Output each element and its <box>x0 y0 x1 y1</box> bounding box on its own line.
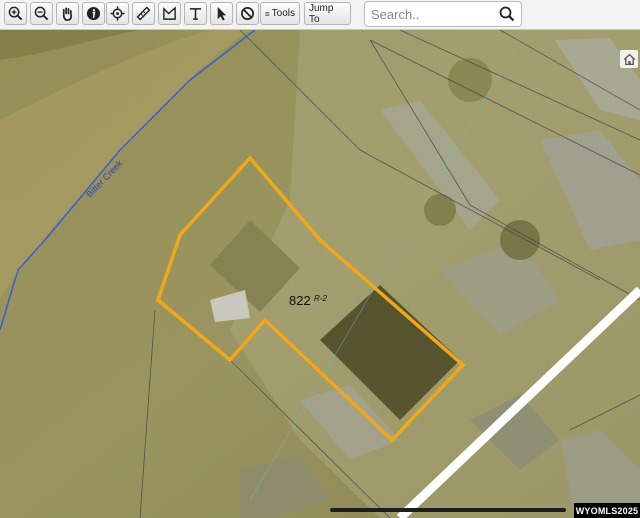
mls-watermark: WYOMLS2025 <box>574 503 640 518</box>
menu-lines-icon <box>265 11 270 16</box>
tools-label: Tools <box>271 8 295 19</box>
zoom-in-button[interactable] <box>4 2 27 25</box>
search-box <box>364 1 522 27</box>
zoom-in-icon <box>8 6 23 21</box>
tree <box>424 194 456 226</box>
clear-button[interactable] <box>236 2 259 25</box>
clear-icon <box>241 7 254 20</box>
search-icon[interactable] <box>499 6 515 22</box>
map-toolbar: Tools Jump To <box>0 0 640 30</box>
text-tool-icon <box>189 8 202 20</box>
pan-hand-icon <box>62 7 73 21</box>
parcel-zoning-label: R-2 <box>314 294 327 303</box>
home-view-button[interactable] <box>620 50 638 68</box>
search-input[interactable] <box>371 5 495 23</box>
zoom-out-icon <box>34 6 49 21</box>
measure-ruler-icon <box>136 6 151 21</box>
tree <box>448 58 492 102</box>
zoom-out-button[interactable] <box>30 2 53 25</box>
locate-button[interactable] <box>106 2 129 25</box>
text-tool-button[interactable] <box>184 2 207 25</box>
measure-distance-button[interactable] <box>132 2 155 25</box>
info-button[interactable] <box>82 2 105 25</box>
home-icon <box>623 53 635 65</box>
locate-icon <box>110 6 125 21</box>
jump-to-label: Jump To <box>309 2 334 25</box>
info-icon <box>86 6 101 21</box>
select-button[interactable] <box>210 2 233 25</box>
tree <box>500 220 540 260</box>
parcel-number-label: 822 <box>289 293 311 308</box>
pan-button[interactable] <box>56 2 79 25</box>
measure-area-button[interactable] <box>158 2 181 25</box>
tools-menu-button[interactable]: Tools <box>260 2 300 25</box>
map-canvas[interactable]: Bitter Creek 822 R-2 <box>0 0 640 518</box>
measure-area-icon <box>163 6 176 20</box>
select-pointer-icon <box>217 6 227 21</box>
jump-to-button[interactable]: Jump To <box>304 2 351 25</box>
horizontal-scrollbar[interactable] <box>330 508 566 512</box>
